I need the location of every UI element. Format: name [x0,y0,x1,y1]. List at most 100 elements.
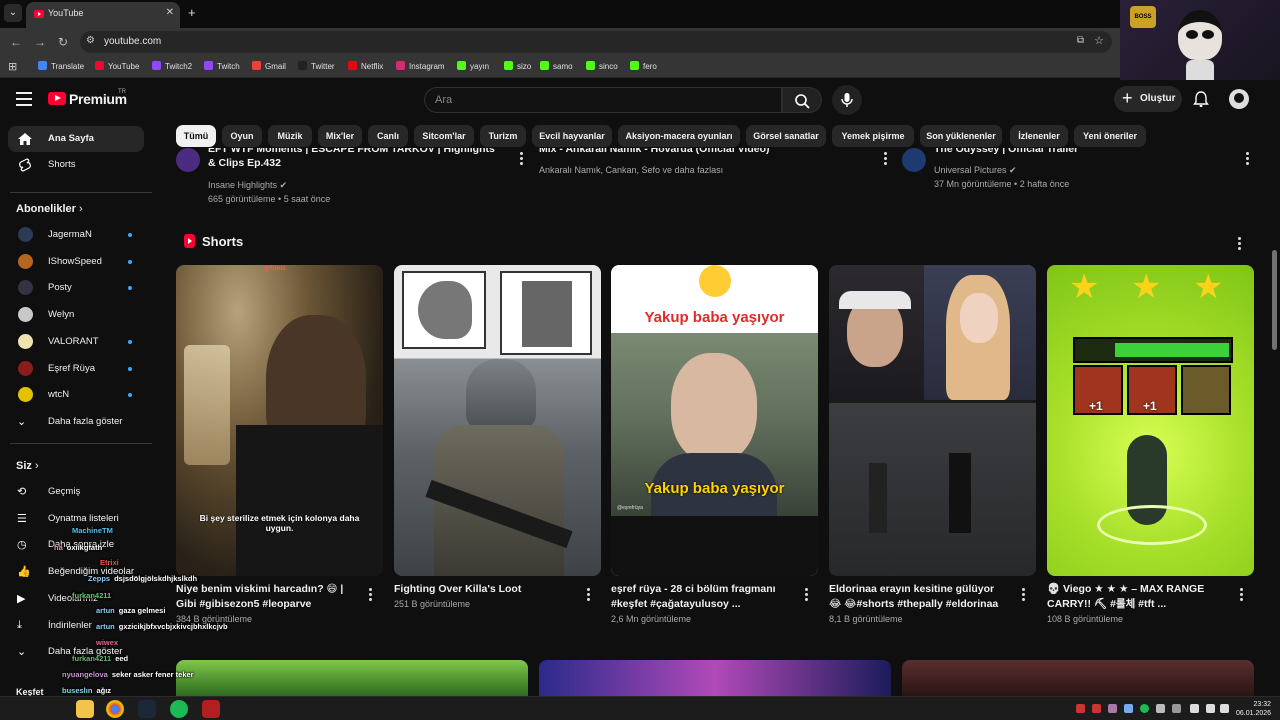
tray-icon[interactable] [1124,704,1133,713]
shelf-more-options-icon[interactable] [1238,237,1242,252]
filter-chip[interactable]: Yeni öneriler [1074,125,1146,147]
short-title[interactable]: 💀 Viego ★ ★ ★ – MAX RANGE CARRY!! ⛏ #롤체 … [1047,582,1223,612]
sidebar-item-you[interactable]: ⟲ Geçmiş [8,479,144,505]
more-options-icon[interactable] [884,152,888,167]
channel-avatar[interactable] [902,148,926,172]
filter-chip[interactable]: Yemek pişirme [832,125,914,147]
channel-avatar[interactable] [176,148,200,172]
bookmark-item[interactable]: sinco [586,61,618,71]
voice-search-button[interactable] [832,85,862,115]
app-icon[interactable] [202,700,220,718]
more-options-icon[interactable] [1240,588,1244,603]
tray-icon[interactable] [1092,704,1101,713]
steam-icon[interactable] [138,700,156,718]
youtube-logo-icon[interactable] [48,92,66,105]
video-thumbnail[interactable] [176,660,528,696]
bookmark-item[interactable]: YouTube [95,61,139,71]
filter-chip[interactable]: Oyun [222,125,262,147]
bookmark-item[interactable]: Netflix [348,61,383,71]
new-tab-icon[interactable]: + [188,5,196,20]
more-options-icon[interactable] [369,588,373,603]
bookmark-item[interactable]: Twitter [298,61,335,71]
sidebar-subscription[interactable]: Posty [8,275,144,301]
notifications-bell-icon[interactable] [1192,90,1210,108]
filter-chip[interactable]: Görsel sanatlar [746,125,826,147]
filter-chip[interactable]: Müzik [268,125,312,147]
create-button[interactable]: + Oluştur [1114,86,1182,112]
site-info-icon[interactable]: ⚙ [86,35,95,46]
chrome-icon[interactable] [106,700,124,718]
back-icon[interactable]: ← [10,35,22,49]
close-tab-icon[interactable]: ✕ [166,7,174,18]
sidebar-subscription[interactable]: wtcN [8,382,144,408]
sidebar-show-more[interactable]: ⌄ Daha fazla göster [8,409,144,435]
subscriptions-heading[interactable]: Abonelikler › [16,203,83,215]
short-title[interactable]: Fighting Over Killa's Loot [394,582,570,597]
sidebar-subscription[interactable]: VALORANT [8,329,144,355]
spotify-tray-icon[interactable] [1140,704,1149,713]
tray-icon[interactable] [1172,704,1181,713]
spotify-icon[interactable] [170,700,188,718]
filter-chip[interactable]: Sitcom'lar [414,125,474,147]
taskbar-clock[interactable]: 23:32 06.01.2026 [1236,700,1271,718]
account-avatar[interactable] [1229,89,1249,109]
bookmark-item[interactable]: sizo [504,61,531,71]
install-app-icon[interactable]: ⧉ [1077,35,1084,46]
bookmark-item[interactable]: yayın [457,61,489,71]
filter-chip[interactable]: Canlı [368,125,408,147]
more-options-icon[interactable] [520,152,524,167]
volume-icon[interactable] [1220,704,1229,713]
tray-icon[interactable] [1108,704,1117,713]
forward-icon[interactable]: → [34,35,46,49]
video-thumbnail[interactable] [902,660,1254,696]
url-field[interactable]: ⚙ youtube.com ⧉ ☆ [80,31,1112,53]
bookmark-item[interactable]: Translate [38,61,84,71]
short-title[interactable]: Eldorinaa erayın kesitine gülüyor😂 😂#sho… [829,582,1005,612]
bookmark-item[interactable]: Twitch2 [152,61,192,71]
sidebar-subscription[interactable]: Eşref Rüya [8,356,144,382]
more-options-icon[interactable] [587,588,591,603]
sidebar-subscription[interactable]: IShowSpeed [8,249,144,275]
more-options-icon[interactable] [805,588,809,603]
filter-chip[interactable]: Aksiyon-macera oyunları [618,125,740,147]
bookmark-item[interactable]: samo [540,61,573,71]
short-thumbnail[interactable]: Yakup baba yaşıyor Yakup baba yaşıyor @e… [611,265,818,576]
reload-icon[interactable]: ↻ [58,35,68,49]
search-input[interactable] [435,93,765,107]
bookmark-item[interactable]: Twitch [204,61,240,71]
video-thumbnail[interactable] [539,660,891,696]
video-channel[interactable]: Insane Highlights ✔ [208,178,287,192]
tab-search-icon[interactable]: ⌄ [4,4,22,22]
sidebar-subscription[interactable]: Welyn [8,302,144,328]
more-options-icon[interactable] [1246,152,1250,167]
more-options-icon[interactable] [1022,588,1026,603]
video-channel[interactable]: Ankaralı Namık, Cankan, Sefo ve daha faz… [539,163,723,177]
bookmark-item[interactable]: Gmail [252,61,286,71]
tray-icon[interactable] [1076,704,1085,713]
filter-chip[interactable]: Evcil hayvanlar [532,125,612,147]
video-channel[interactable]: Universal Pictures ✔ [934,163,1017,177]
short-thumbnail[interactable] [394,265,601,576]
bookmark-item[interactable]: Instagram [396,61,445,71]
sidebar-item-shorts[interactable]: Shorts [8,152,144,178]
page-scrollbar[interactable] [1272,250,1277,350]
short-thumbnail[interactable]: ★ ★ ★ +1 +1 [1047,265,1254,576]
you-heading[interactable]: Siz › [16,460,39,472]
short-thumbnail[interactable]: gibiviz Bi şey sterilize etmek için kolo… [176,265,383,576]
tray-icon[interactable] [1156,704,1165,713]
filter-chip[interactable]: Son yüklenenler [920,125,1002,147]
short-thumbnail[interactable] [829,265,1036,576]
sidebar-subscription[interactable]: JagermaN [8,222,144,248]
filter-chip[interactable]: İzlenenler [1010,125,1068,147]
mic-tray-icon[interactable] [1190,704,1199,713]
filter-chip[interactable]: Mix'ler [318,125,362,147]
bookmark-star-icon[interactable]: ☆ [1094,34,1104,47]
apps-grid-icon[interactable]: ⊞ [8,60,17,73]
search-button[interactable] [782,87,822,113]
filter-chip[interactable]: Turizm [480,125,526,147]
short-title[interactable]: eşref rüya - 28 ci bölüm fragmanı #keşfe… [611,582,787,612]
bookmark-item[interactable]: fero [630,61,657,71]
sidebar-item-home[interactable]: Ana Sayfa [8,126,144,152]
menu-icon[interactable] [16,92,32,106]
file-explorer-icon[interactable] [76,700,94,718]
